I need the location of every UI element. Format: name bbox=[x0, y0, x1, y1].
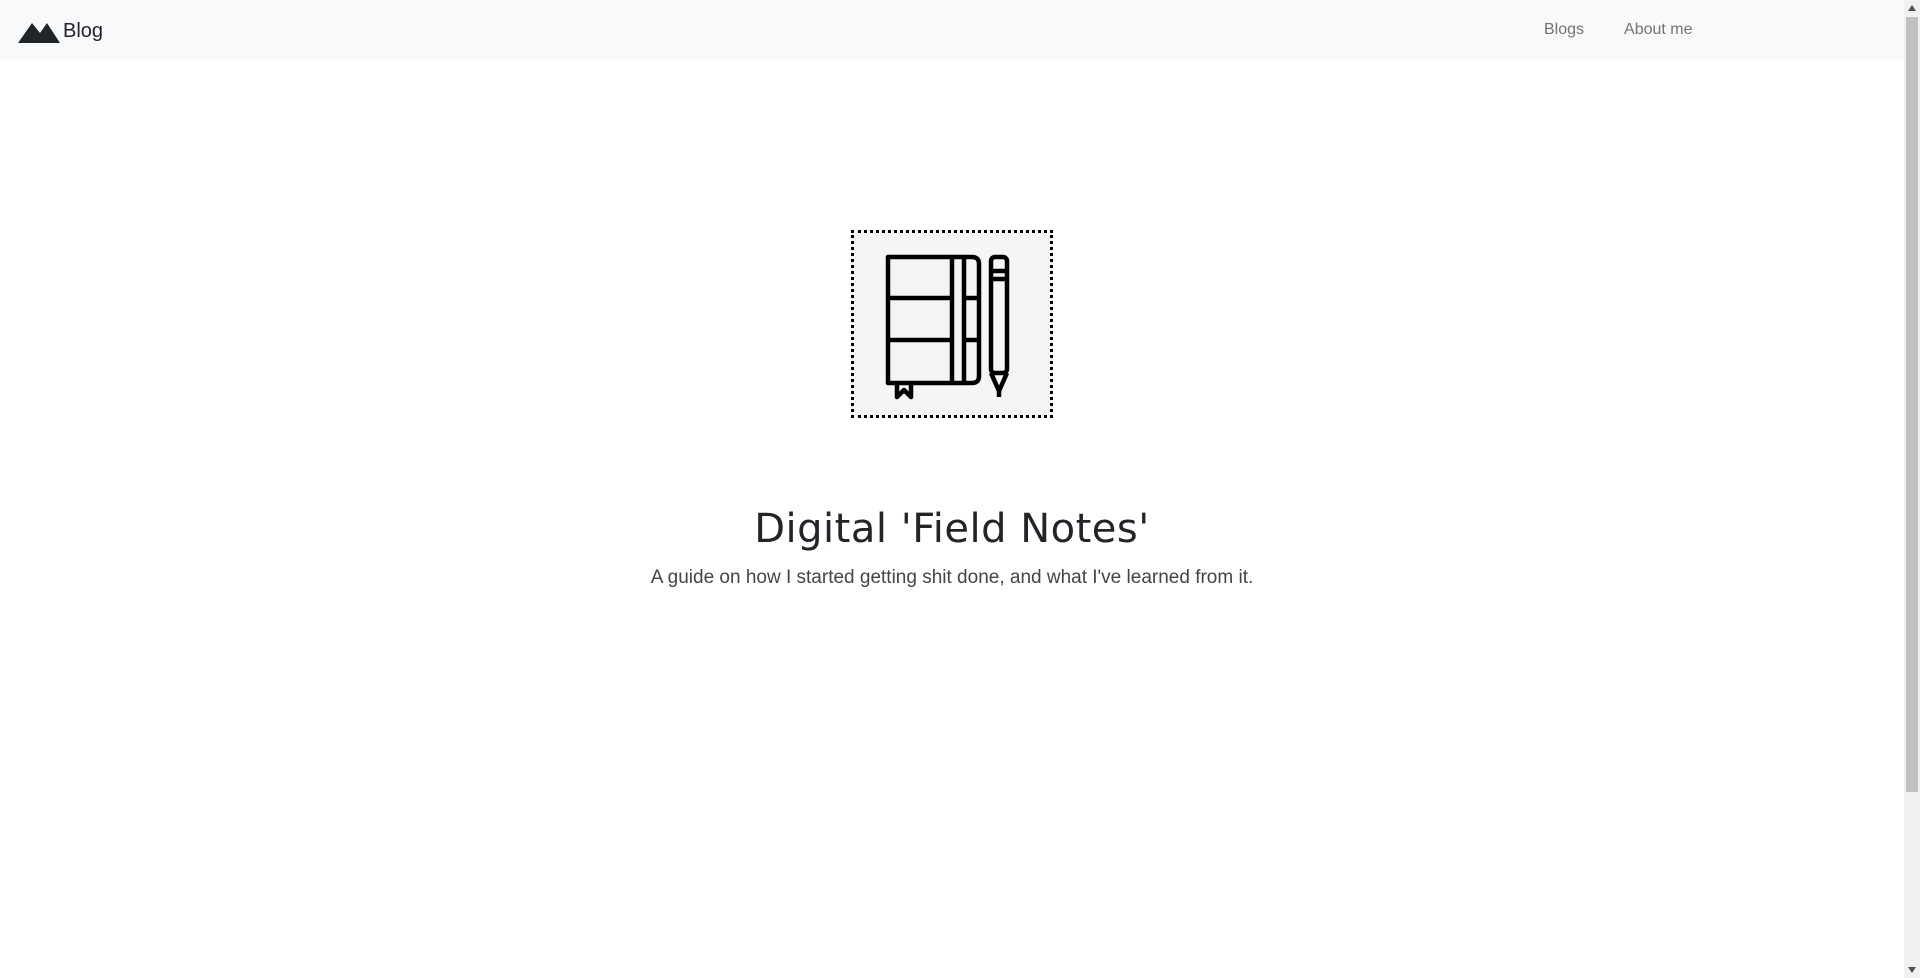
vertical-scrollbar[interactable] bbox=[1904, 0, 1920, 978]
brand-link[interactable]: Blog bbox=[18, 17, 103, 45]
hero-image bbox=[851, 230, 1053, 418]
scroll-down-arrow-icon[interactable] bbox=[1904, 962, 1920, 978]
mountain-icon bbox=[18, 19, 60, 43]
scrollbar-thumb[interactable] bbox=[1906, 17, 1918, 792]
brand-label: Blog bbox=[63, 19, 104, 42]
scroll-up-arrow-icon[interactable] bbox=[1904, 0, 1920, 16]
nav-link-about-me[interactable]: About me bbox=[1604, 21, 1712, 39]
notebook-and-pencil-icon bbox=[854, 233, 1050, 415]
navbar: Blog Blogs About me bbox=[0, 0, 1904, 60]
page-subtitle: A guide on how I started getting shit do… bbox=[650, 567, 1254, 588]
nav-link-blogs[interactable]: Blogs bbox=[1524, 21, 1604, 39]
page-title: Digital 'Field Notes' bbox=[754, 506, 1150, 552]
nav-links: Blogs About me bbox=[1524, 0, 1713, 60]
